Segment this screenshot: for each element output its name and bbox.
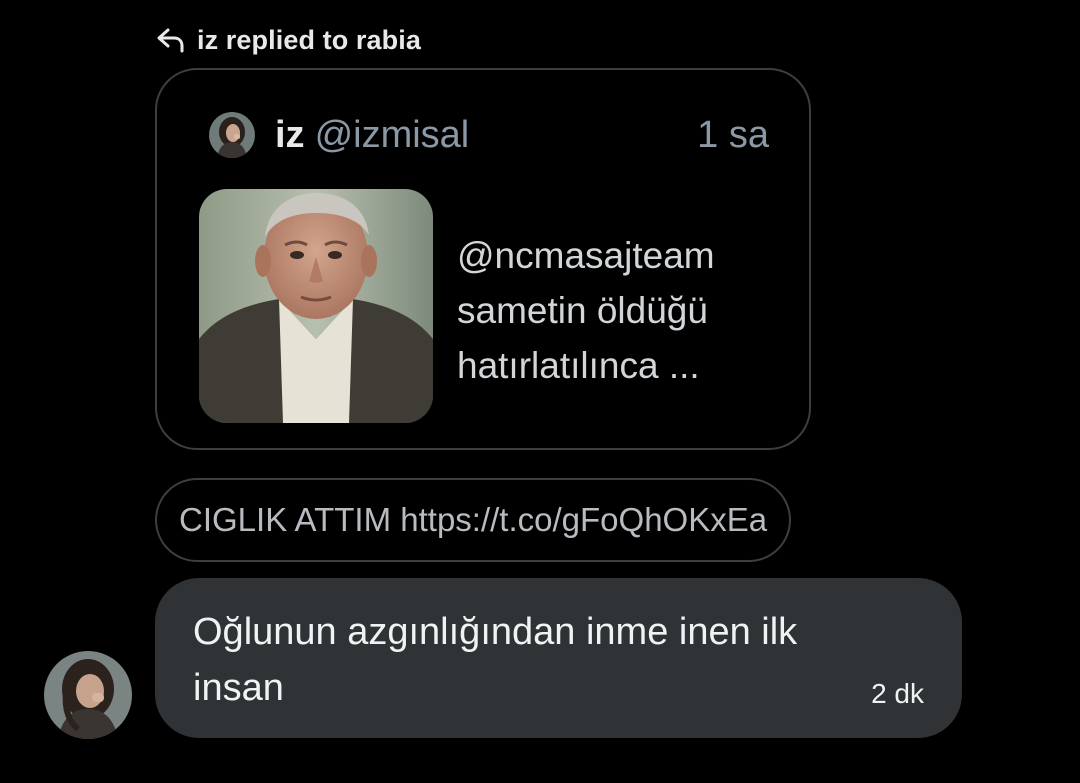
message-timestamp: 2 dk — [871, 678, 924, 709]
link-message-pill[interactable]: CIGLIK ATTIM https://t.co/gFoQhOKxEa — [155, 478, 792, 562]
message-bubble[interactable]: Oğlunun azgınlığından inme inen ilk insa… — [155, 578, 962, 738]
quoted-author-name[interactable]: iz — [275, 114, 305, 157]
quoted-tweet-text: @ncmasajteam sametin öldüğü hatırlatılın… — [457, 228, 797, 393]
quoted-tweet-header: iz @izmisal 1 sa — [209, 112, 769, 158]
reply-context: iz replied to rabia — [155, 20, 421, 60]
reply-arrow-icon — [155, 24, 187, 56]
quoted-tweet-thumbnail[interactable] — [199, 189, 433, 423]
quoted-tweet-time: 1 sa — [697, 113, 769, 156]
reply-context-label: iz replied to rabia — [197, 24, 421, 55]
quoted-tweet-card[interactable]: iz @izmisal 1 sa @ncmasajteam sametin öl… — [155, 68, 811, 450]
quoted-text-line: hatırlatılınca ... — [457, 345, 700, 386]
quoted-author-avatar[interactable] — [209, 112, 255, 158]
message-text: Oğlunun azgınlığından inme inen ilk insa… — [193, 611, 798, 709]
quoted-author-handle: @izmisal — [314, 113, 470, 156]
sender-avatar[interactable] — [44, 651, 132, 739]
quoted-text-line: sametin öldüğü — [457, 290, 708, 331]
quoted-text-line: @ncmasajteam — [457, 235, 715, 276]
